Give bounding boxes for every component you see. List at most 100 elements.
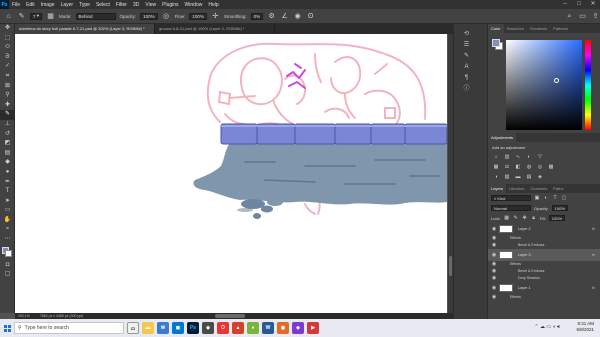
pressure-size-icon[interactable]: ◉ [293, 12, 302, 21]
tab-adjustments[interactable]: Adjustments [488, 133, 517, 142]
menu-item-3d[interactable]: 3D [130, 2, 142, 8]
brush-settings-icon[interactable]: ▦ [46, 12, 55, 21]
task-view-icon[interactable]: ▭ [127, 322, 139, 334]
lock-pixels-icon[interactable]: ✎ [513, 215, 519, 221]
path-select-tool-icon[interactable]: ➤ [0, 197, 15, 207]
effect-item-row[interactable]: ◉ Bevel & Emboss [488, 268, 600, 275]
quick-mask-icon[interactable]: ◘ [0, 261, 15, 271]
photoshop-taskbar-icon[interactable]: Ps [187, 322, 199, 334]
type-tool-icon[interactable]: T [0, 187, 15, 197]
red-app-icon[interactable]: ▲ [232, 322, 244, 334]
brush-tool-icon[interactable]: ✎ [0, 110, 15, 120]
mail-icon[interactable]: ✉ [157, 322, 169, 334]
opera-icon[interactable]: O [217, 322, 229, 334]
fx-badge[interactable]: fx [592, 282, 595, 294]
invert-icon[interactable]: ◑ [493, 174, 499, 180]
foreground-color-chip[interactable] [492, 39, 500, 47]
exposure-icon[interactable]: ◐ [526, 154, 532, 160]
threshold-icon[interactable]: ▬ [515, 174, 521, 180]
layer-row[interactable]: ◉ Layer 1 fx [488, 282, 600, 294]
blur-tool-icon[interactable]: ◆ [0, 158, 15, 168]
horizontal-scroll-thumb[interactable] [215, 314, 245, 318]
system-tray-icons[interactable]: ⌃ ☁ ▭ ◖ 🔊︎ [534, 324, 560, 330]
crop-tool-icon[interactable]: ⌗ [0, 72, 15, 82]
dodge-tool-icon[interactable]: ● [0, 168, 15, 178]
start-button[interactable] [0, 319, 14, 337]
share-icon[interactable]: ⇪ [591, 12, 600, 21]
layer-row[interactable]: ◉ Layer 3 fx [488, 249, 600, 261]
color-balance-icon[interactable]: ⚖ [504, 164, 510, 170]
symmetry-icon[interactable]: ʘ [306, 12, 315, 21]
menu-item-plugins[interactable]: Plugins [159, 2, 181, 8]
layer-opacity-field[interactable]: 100% [551, 205, 568, 211]
visibility-eye-icon[interactable]: ◉ [491, 249, 497, 261]
clone-stamp-tool-icon[interactable]: ⊥ [0, 120, 15, 130]
layer-row[interactable]: ◉ Layer 2 fx [488, 223, 600, 235]
effect-item-row[interactable]: ◉ Drop Shadow [488, 275, 600, 282]
lock-transparency-icon[interactable]: ▦ [504, 215, 510, 221]
airbrush-icon[interactable]: ✢ [211, 12, 220, 21]
pen-tool-icon[interactable]: ✒ [0, 178, 15, 188]
filter-shape-icon[interactable]: ▢ [561, 195, 567, 201]
brush-size-picker[interactable]: 7 ▾ [30, 12, 43, 20]
effect-visibility-eye-icon[interactable]: ◉ [491, 294, 497, 301]
effect-visibility-eye-icon[interactable]: ◉ [491, 268, 497, 275]
tab-color[interactable]: Color [488, 24, 504, 33]
effects-row[interactable]: ◉ Effects [488, 235, 600, 242]
tab-channels[interactable]: Channels [527, 184, 550, 193]
lock-position-icon[interactable]: ✥ [522, 215, 528, 221]
properties-icon[interactable]: ☰ [462, 41, 471, 50]
lasso-tool-icon[interactable]: ᘐ [0, 53, 15, 63]
curves-icon[interactable]: ∿ [515, 154, 521, 160]
search-icon[interactable]: ⌕ [565, 12, 574, 21]
menu-item-image[interactable]: Image [38, 2, 58, 8]
menu-item-file[interactable]: File [9, 2, 23, 8]
file-explorer-icon[interactable]: ▬ [142, 322, 154, 334]
posterize-icon[interactable]: ▨ [504, 174, 510, 180]
minimize-button[interactable]: – [558, 0, 572, 9]
green-app-icon[interactable]: ● [247, 322, 259, 334]
black-white-icon[interactable]: ◧ [515, 164, 521, 170]
menu-item-view[interactable]: View [142, 2, 159, 8]
lock-all-icon[interactable]: 🔒︎ [531, 215, 537, 221]
tab-layers[interactable]: Layers [488, 184, 507, 193]
frame-tool-icon[interactable]: ⊠ [0, 82, 15, 92]
pressure-opacity-icon[interactable]: ◎ [162, 12, 171, 21]
zoom-tool-icon[interactable]: ⚬ [0, 225, 15, 235]
home-icon[interactable]: ⌂ [4, 12, 13, 21]
fx-badge[interactable]: fx [592, 249, 595, 261]
gear-icon[interactable]: ⚙ [267, 12, 276, 21]
artboard-tool-icon[interactable]: ⬚ [0, 34, 15, 44]
move-tool-icon[interactable]: ✥ [0, 24, 15, 34]
effect-visibility-eye-icon[interactable]: ◉ [491, 261, 497, 268]
marquee-tool-icon[interactable]: ⬭ [0, 43, 15, 53]
brushes-icon[interactable]: ✎ [462, 52, 471, 61]
effect-visibility-eye-icon[interactable]: ◉ [491, 242, 497, 249]
quick-select-tool-icon[interactable]: ✓ [0, 62, 15, 72]
document-canvas[interactable] [15, 34, 448, 313]
levels-icon[interactable]: ▥ [504, 154, 510, 160]
info-icon[interactable]: ⓘ [462, 85, 471, 94]
opacity-field[interactable]: 100% [140, 12, 158, 20]
effect-visibility-eye-icon[interactable]: ◉ [491, 275, 497, 282]
filter-adjust-icon[interactable]: ◐ [543, 195, 549, 201]
effect-item-row[interactable]: ◉ Bevel & Emboss [488, 242, 600, 249]
menu-item-help[interactable]: Help [205, 2, 221, 8]
vibrance-icon[interactable]: ▽ [537, 154, 543, 160]
effects-row[interactable]: ◉ Effects [488, 261, 600, 268]
photo-filter-icon[interactable]: ◍ [526, 164, 532, 170]
effects-row[interactable]: ◉ Effects [488, 294, 600, 301]
fx-badge[interactable]: fx [592, 223, 595, 235]
maximize-button[interactable]: □ [572, 0, 586, 9]
app-taskbar-icon[interactable]: ◆ [202, 322, 214, 334]
hue-saturation-icon[interactable]: ▦ [493, 164, 499, 170]
menu-item-select[interactable]: Select [93, 2, 113, 8]
healing-brush-tool-icon[interactable]: ✚ [0, 101, 15, 111]
brightness-icon[interactable]: ☼ [493, 154, 499, 160]
photoshop-logo-icon[interactable]: Ps [0, 0, 9, 9]
filter-type-icon[interactable]: T [552, 195, 558, 201]
clock[interactable]: 8:31 AM 6/8/2021 [576, 321, 594, 333]
tab-document-ground[interactable]: ground 6-8-21.psd @ 100% (Layer 2, RGB/8… [155, 24, 275, 34]
youtube-icon[interactable]: ▶ [307, 322, 319, 334]
close-button[interactable]: ✕ [586, 0, 600, 9]
